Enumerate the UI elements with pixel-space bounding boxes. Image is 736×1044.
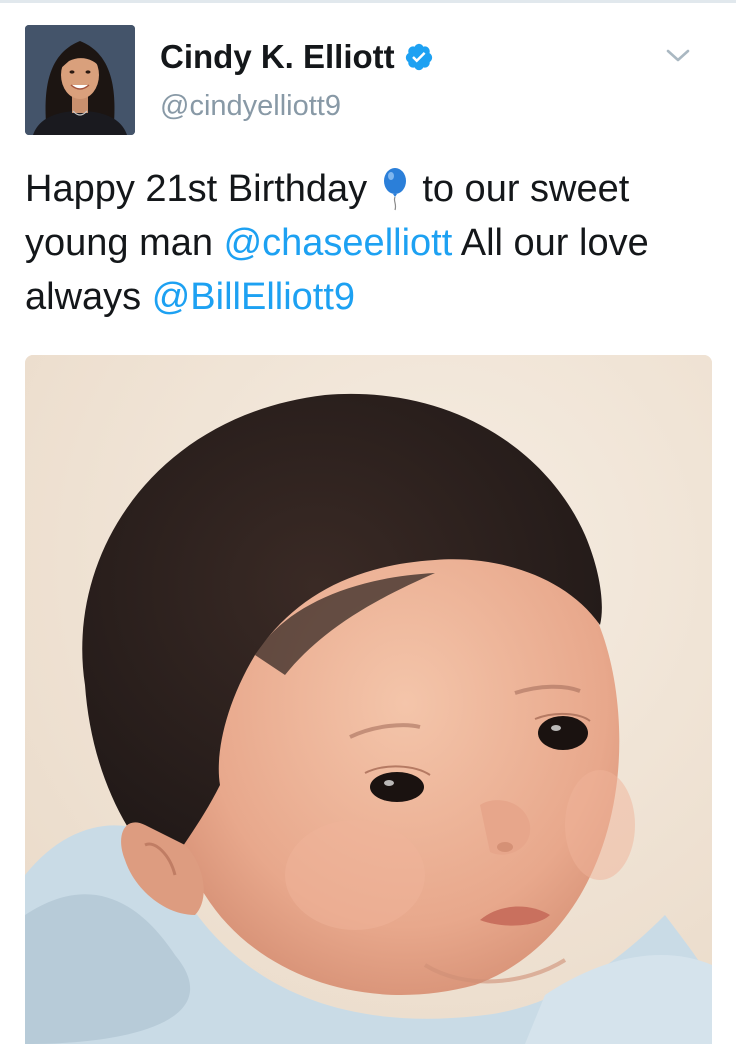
tweet-photo[interactable]	[25, 355, 712, 1044]
tweet-text: Happy 21st Birthday to our sweet young m…	[25, 162, 715, 324]
author-name-row[interactable]: Cindy K. Elliott	[160, 38, 434, 76]
author-display-name[interactable]: Cindy K. Elliott	[160, 38, 395, 76]
mention-link-chaseelliott[interactable]: @chaseelliott	[224, 222, 453, 264]
mention-link-billelliott9[interactable]: @BillElliott9	[152, 276, 355, 318]
chevron-down-icon[interactable]	[664, 46, 692, 66]
top-divider	[0, 0, 736, 3]
author-avatar[interactable]	[25, 25, 135, 135]
baby-photo-illustration	[25, 355, 712, 1044]
tweet-text-part1: Happy 21st Birthday	[25, 168, 368, 210]
balloon-icon	[382, 167, 408, 211]
author-handle[interactable]: @cindyelliott9	[160, 90, 341, 123]
verified-badge-icon	[404, 42, 434, 72]
